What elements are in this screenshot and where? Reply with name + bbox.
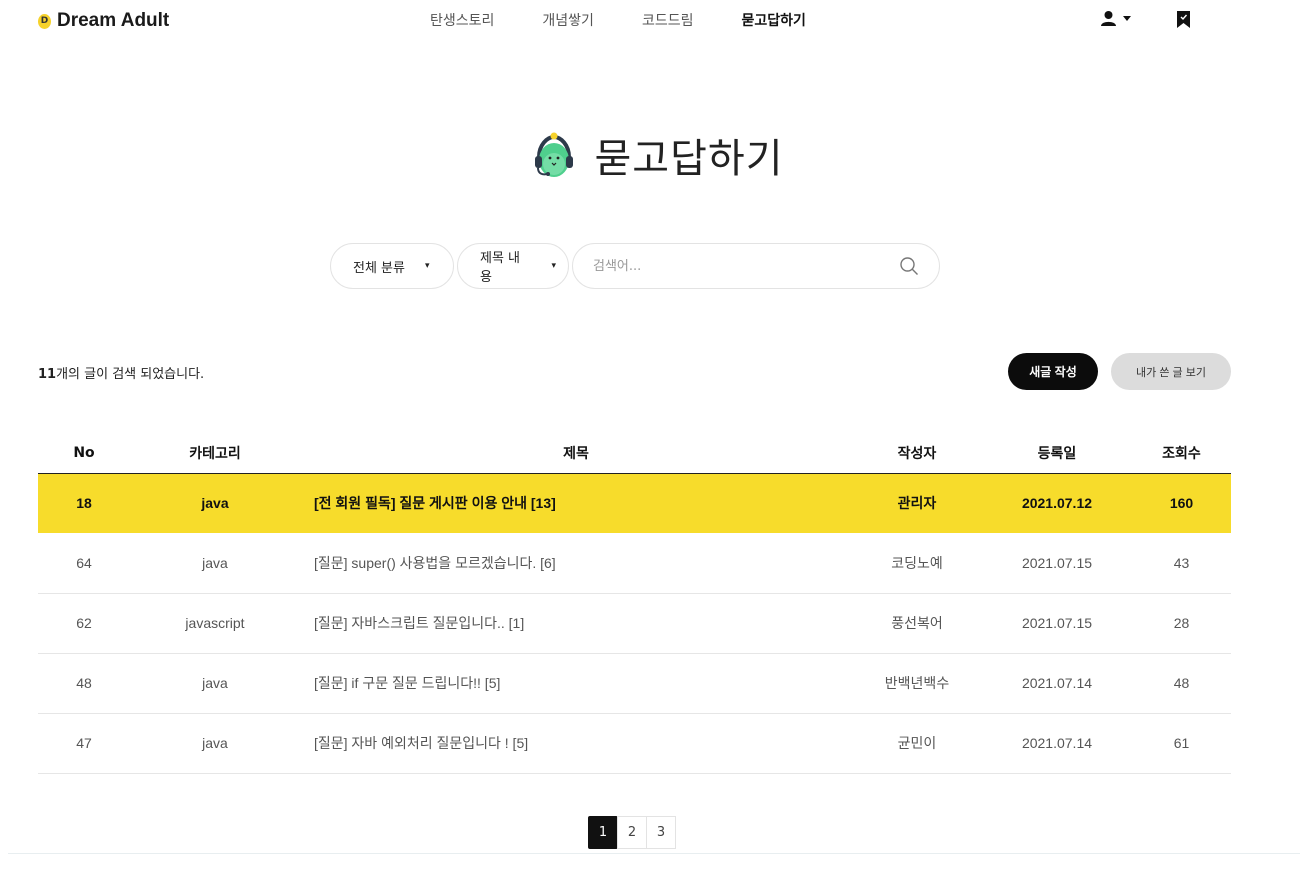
table-row[interactable]: 47 java [질문] 자바 예외처리 질문입니다 ! [5] 균민이 202… [38, 713, 1231, 774]
table-row[interactable]: 48 java [질문] if 구문 질문 드립니다!! [5] 반백년백수 2… [38, 653, 1231, 714]
pagination: 1 2 3 [588, 816, 676, 849]
cell-author: 반백년백수 [852, 653, 982, 714]
header-title: 제목 [300, 434, 852, 474]
nav-item-codedream[interactable]: 코드드림 [642, 10, 694, 30]
cell-date: 2021.07.14 [982, 713, 1132, 774]
cell-date: 2021.07.15 [982, 593, 1132, 654]
cell-author: 코딩노예 [852, 533, 982, 594]
category-select[interactable]: 전체 분류 ▾ [330, 243, 454, 289]
cell-author: 균민이 [852, 713, 982, 774]
cell-views: 160 [1132, 473, 1231, 533]
post-table: No 카테고리 제목 작성자 등록일 조회수 18 java [전 회원 필독]… [38, 434, 1231, 774]
cell-category: java [130, 473, 300, 533]
logo-icon: D [38, 13, 51, 29]
chevron-down-icon: ▾ [424, 261, 430, 271]
page-title: 묻고답하기 [594, 136, 784, 182]
logo-text: Dream Adult [57, 10, 170, 31]
cell-author: 관리자 [852, 473, 982, 533]
cell-no: 62 [38, 593, 130, 654]
search-input[interactable] [593, 258, 899, 274]
page-button-1[interactable]: 1 [588, 816, 618, 849]
cell-category: javascript [130, 593, 300, 654]
cell-date: 2021.07.14 [982, 653, 1132, 714]
mascot-headset-icon [534, 132, 573, 177]
cell-views: 61 [1132, 713, 1231, 774]
search-icon[interactable] [899, 256, 919, 276]
caret-down-icon [1123, 16, 1131, 21]
cell-no: 64 [38, 533, 130, 594]
site-logo[interactable]: D Dream Adult [38, 10, 169, 32]
bookmark-button[interactable] [1177, 11, 1190, 32]
table-row-notice[interactable]: 18 java [전 회원 필독] 질문 게시판 이용 안내 [13] 관리자 … [38, 473, 1231, 533]
top-header: D Dream Adult 탄생스토리 개념쌓기 코드드림 묻고답하기 [0, 0, 1308, 42]
header-author: 작성자 [852, 434, 982, 474]
cell-title[interactable]: [질문] 자바스크립트 질문입니다.. [1] [300, 593, 852, 654]
result-count-number: 11 [38, 367, 57, 382]
cell-category: java [130, 713, 300, 774]
my-posts-button[interactable]: 내가 쓴 글 보기 [1111, 353, 1231, 390]
category-select-value: 전체 분류 [353, 260, 405, 276]
header-category: 카테고리 [130, 434, 300, 474]
nav-item-qna[interactable]: 묻고답하기 [741, 10, 805, 30]
cell-title[interactable]: [전 회원 필독] 질문 게시판 이용 안내 [13] [300, 473, 852, 533]
cell-date: 2021.07.12 [982, 473, 1132, 533]
table-row[interactable]: 64 java [질문] super() 사용법을 모르겠습니다. [6] 코딩… [38, 533, 1231, 594]
cell-date: 2021.07.15 [982, 533, 1132, 594]
cell-title[interactable]: [질문] 자바 예외처리 질문입니다 ! [5] [300, 713, 852, 774]
result-count-text: 개의 글이 검색 되었습니다. [56, 367, 205, 382]
nav-item-concepts[interactable]: 개념쌓기 [542, 10, 594, 30]
cell-views: 48 [1132, 653, 1231, 714]
header-no: No [38, 434, 130, 474]
cell-no: 47 [38, 713, 130, 774]
write-post-button[interactable]: 새글 작성 [1008, 353, 1098, 390]
cell-title[interactable]: [질문] super() 사용법을 모르겠습니다. [6] [300, 533, 852, 594]
header-views: 조회수 [1132, 434, 1231, 474]
table-row[interactable]: 62 javascript [질문] 자바스크립트 질문입니다.. [1] 풍선… [38, 593, 1231, 654]
page-button-2[interactable]: 2 [617, 816, 647, 849]
user-icon [1101, 11, 1116, 26]
nav-item-story[interactable]: 탄생스토리 [430, 10, 494, 30]
cell-no: 18 [38, 473, 130, 533]
cell-views: 28 [1132, 593, 1231, 654]
user-menu-button[interactable] [1100, 10, 1131, 27]
header-date: 등록일 [982, 434, 1132, 474]
result-count: 11개의 글이 검색 되었습니다. [38, 363, 204, 382]
table-header-row: No 카테고리 제목 작성자 등록일 조회수 [38, 434, 1231, 474]
search-field-select[interactable]: 제목 내용 ▾ [457, 243, 569, 289]
cell-author: 풍선복어 [852, 593, 982, 654]
search-bar: 전체 분류 ▾ 제목 내용 ▾ [330, 243, 940, 289]
cell-title[interactable]: [질문] if 구문 질문 드립니다!! [5] [300, 653, 852, 714]
chevron-down-icon: ▾ [551, 261, 556, 271]
cell-category: java [130, 653, 300, 714]
main-nav: 탄생스토리 개념쌓기 코드드림 묻고답하기 [430, 10, 854, 30]
search-field-select-value: 제목 내용 [480, 251, 521, 285]
search-input-wrapper [572, 243, 940, 289]
footer-divider [8, 853, 1300, 854]
cell-no: 48 [38, 653, 130, 714]
page-button-3[interactable]: 3 [646, 816, 676, 849]
cell-category: java [130, 533, 300, 594]
bookmark-icon [1177, 11, 1190, 28]
page-heading: 묻고답하기 [0, 126, 1308, 184]
cell-views: 43 [1132, 533, 1231, 594]
